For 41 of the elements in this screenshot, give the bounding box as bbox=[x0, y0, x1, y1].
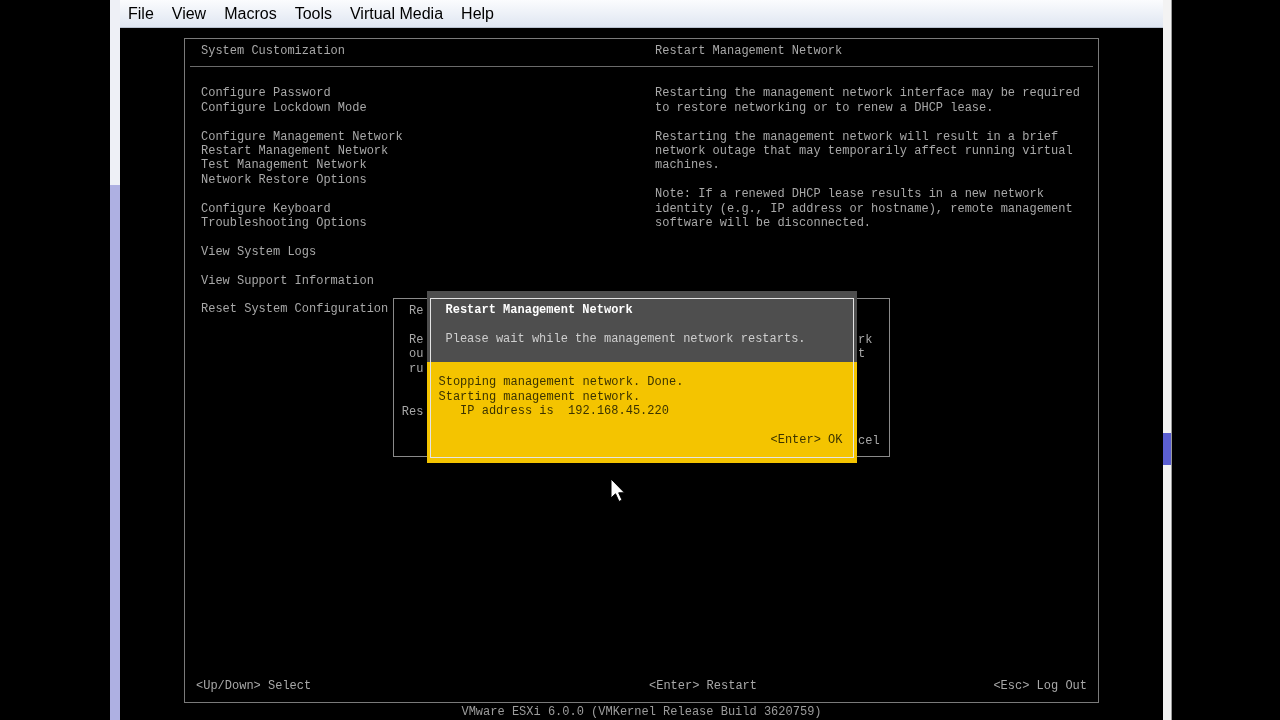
dialog-text: ou bbox=[409, 347, 424, 362]
key-hint: <Up/Down> Select bbox=[196, 678, 312, 693]
version-text: VMware ESXi 6.0.0 (VMKernel Release Build 3620759) bbox=[461, 705, 822, 720]
dialog-text: rk bbox=[858, 332, 873, 348]
menu-item[interactable]: Tools bbox=[294, 3, 332, 24]
status-line: IP address is 192.168.45.220 bbox=[460, 403, 669, 419]
menu-item[interactable]: Test Management Network bbox=[201, 158, 367, 173]
menu-item[interactable]: View System Logs bbox=[201, 244, 317, 260]
menu-item[interactable]: View bbox=[171, 3, 207, 24]
menu-item[interactable]: Virtual Media bbox=[350, 3, 444, 24]
menu-item[interactable]: Help bbox=[461, 3, 494, 24]
key-hint: <Esc> Log Out bbox=[993, 678, 1087, 693]
panel-title: System Customization bbox=[201, 44, 346, 58]
menu-item[interactable]: Configure Lockdown Mode bbox=[201, 100, 367, 116]
status-line: Stopping management network. Done. bbox=[438, 375, 684, 390]
description-text: Restarting the management network will result in a brief network outage that may temporarily affect running virtual machines. bbox=[655, 129, 1074, 173]
description-text: Note: If a renewed DHCP lease results in a new network identity (e.g., IP address or hostname), remote management software will be disconnected. bbox=[655, 187, 1074, 231]
dialog-text: t bbox=[858, 347, 866, 362]
menu-item[interactable]: View Support Information bbox=[201, 273, 374, 289]
dialog-text: Re bbox=[409, 304, 424, 319]
dialog-text: cel bbox=[858, 433, 880, 448]
key-hint: <Enter> Restart bbox=[649, 678, 758, 693]
dialog-text: Res bbox=[401, 404, 424, 420]
menu-item[interactable]: File bbox=[128, 3, 154, 24]
menu-item[interactable]: Configure Keyboard bbox=[201, 201, 331, 217]
description-text: Restarting the management network interface may be required to restore networking or to renew a DHCP lease. bbox=[655, 86, 1081, 116]
menu-item[interactable]: Network Restore Options bbox=[201, 172, 367, 188]
menu-item[interactable]: Restart Management Network bbox=[201, 144, 389, 159]
dialog-text: ru bbox=[409, 361, 424, 376]
dialog-text: Re bbox=[409, 332, 424, 348]
status-line: Starting management network. bbox=[438, 389, 641, 404]
menu-item[interactable]: Reset System Configuration bbox=[201, 302, 389, 317]
panel-title: Restart Management Network bbox=[655, 44, 843, 59]
dialog-title: Restart Management Network bbox=[445, 303, 633, 318]
ok-button[interactable]: <Enter> OK bbox=[770, 432, 843, 448]
mouse-pointer-icon bbox=[610, 478, 626, 503]
dialog-message: Please wait while the management network restarts. bbox=[445, 332, 806, 347]
menu-item[interactable]: Macros bbox=[224, 3, 277, 24]
menu-item[interactable]: Configure Management Network bbox=[201, 129, 403, 144]
menu-item[interactable]: Configure Password bbox=[201, 86, 331, 101]
menu-item[interactable]: Troubleshooting Options bbox=[201, 216, 367, 231]
